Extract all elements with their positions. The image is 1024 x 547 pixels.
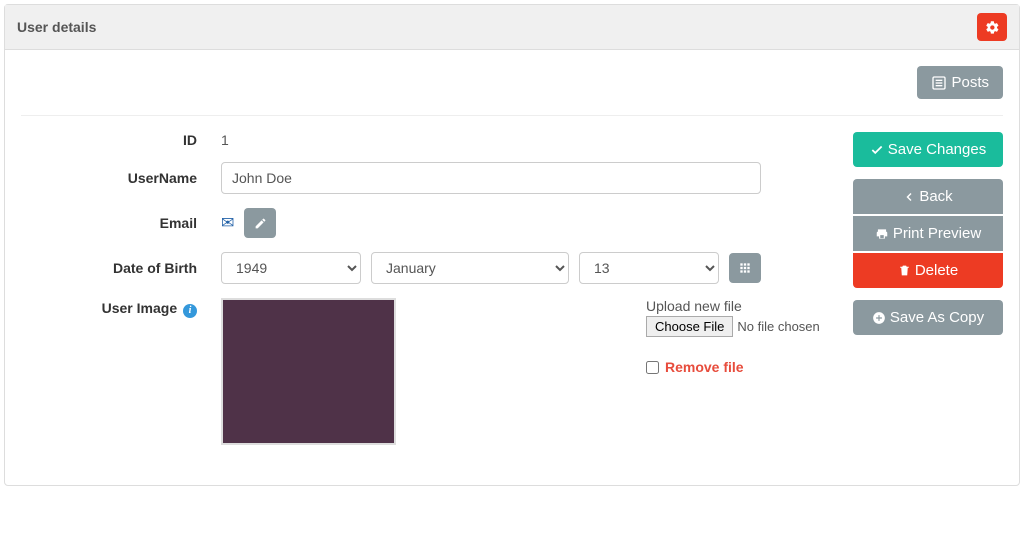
dob-day-select[interactable]: 13 [579,252,719,284]
list-icon [931,75,947,91]
upload-area: Upload new file Choose File No file chos… [646,298,820,375]
dob-month-select[interactable]: January [371,252,569,284]
calendar-button[interactable] [729,253,761,283]
form-area: ID 1 UserName Email ✉ [21,132,837,459]
chevron-left-icon [903,191,915,203]
username-input[interactable] [221,162,761,194]
id-value: 1 [221,132,229,148]
user-details-panel: User details Posts ID 1 Us [4,4,1020,486]
dob-label: Date of Birth [21,260,221,276]
save-button[interactable]: Save Changes [853,132,1003,167]
info-icon[interactable]: i [183,304,197,318]
printer-icon [875,227,889,241]
image-preview [221,298,396,445]
dob-row: Date of Birth 1949 January 13 [21,252,837,284]
trash-icon [898,264,911,277]
mail-icon: ✉ [221,213,234,233]
calendar-icon [738,261,752,275]
image-label: User Image i [21,298,221,318]
posts-button[interactable]: Posts [917,66,1003,99]
username-row: UserName [21,162,837,194]
print-preview-button[interactable]: Print Preview [853,216,1003,251]
dob-year-select[interactable]: 1949 [221,252,361,284]
plus-circle-icon [872,311,886,325]
top-actions: Posts [21,62,1003,116]
panel-body: Posts ID 1 UserName Email ✉ [5,50,1019,485]
main-layout: ID 1 UserName Email ✉ [21,132,1003,459]
posts-label: Posts [951,74,989,91]
check-icon [870,143,884,157]
email-label: Email [21,215,221,231]
panel-heading: User details [5,5,1019,50]
id-row: ID 1 [21,132,837,148]
choose-file-button[interactable]: Choose File [646,316,733,337]
id-label: ID [21,132,221,148]
gear-icon [985,20,1000,35]
edit-email-button[interactable] [244,208,276,238]
side-actions: Save Changes Back Print Preview [853,132,1003,459]
back-button[interactable]: Back [853,179,1003,214]
email-row: Email ✉ [21,208,837,238]
upload-label: Upload new file [646,298,820,314]
no-file-text: No file chosen [737,319,819,334]
pencil-icon [254,217,267,230]
remove-file-label: Remove file [665,359,744,375]
delete-button[interactable]: Delete [853,253,1003,288]
settings-button[interactable] [977,13,1007,41]
remove-file-checkbox[interactable] [646,361,659,374]
image-row: User Image i Upload new file Choose File… [21,298,837,445]
panel-title: User details [17,19,96,35]
save-as-copy-button[interactable]: Save As Copy [853,300,1003,335]
username-label: UserName [21,170,221,186]
